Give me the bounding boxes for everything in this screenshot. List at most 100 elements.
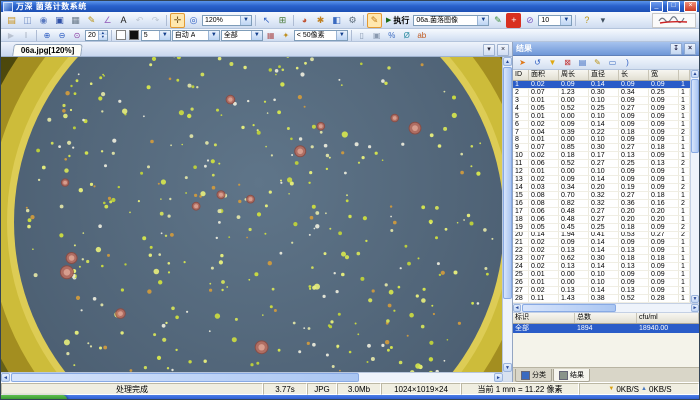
help-arrow-icon[interactable]: ▾: [595, 13, 610, 28]
filter-icon[interactable]: ▼: [546, 56, 559, 69]
camera-icon[interactable]: ◉: [36, 13, 51, 28]
panel-tab-active[interactable]: 结果: [553, 369, 590, 382]
label-icon[interactable]: ab: [415, 29, 429, 42]
class-filter-combo[interactable]: 全部▼: [221, 30, 263, 41]
measure-icon[interactable]: ∠: [100, 13, 115, 28]
table-scroll-left-icon[interactable]: ◄: [513, 304, 521, 312]
chevron-down-icon[interactable]: ▼: [251, 31, 262, 40]
chevron-down-icon[interactable]: ▼: [477, 16, 488, 25]
table-row[interactable]: 20.071.230.300.340.251: [513, 89, 690, 97]
help-icon[interactable]: ?: [579, 13, 594, 28]
spin-down-icon[interactable]: ▼: [99, 35, 107, 40]
summary-row[interactable]: 全部 1894 18940.00: [513, 324, 699, 333]
remove-colony-icon[interactable]: ⊘: [522, 13, 537, 28]
table-row[interactable]: 180.060.480.270.200.201: [513, 216, 690, 224]
split-colony-icon[interactable]: ◧: [329, 13, 344, 28]
copy-page-icon[interactable]: ▣: [370, 29, 384, 42]
table-row[interactable]: 250.010.000.100.090.091: [513, 271, 690, 279]
column-header[interactable]: 长: [619, 70, 649, 80]
copy-table-icon[interactable]: ▤: [576, 56, 589, 69]
mode-combo[interactable]: 自动 A▼: [172, 30, 220, 41]
save-icon[interactable]: ▣: [52, 13, 67, 28]
table-row[interactable]: 50.010.000.100.090.091: [513, 113, 690, 121]
magic-wand-icon[interactable]: ✦: [279, 29, 293, 42]
tab-list-button[interactable]: ▾: [483, 44, 495, 56]
pin-icon[interactable]: ↧: [670, 43, 682, 55]
table-row[interactable]: 230.070.620.300.180.181: [513, 255, 690, 263]
chevron-down-icon[interactable]: ▼: [159, 31, 170, 40]
zoom-out-icon[interactable]: ⊖: [55, 29, 69, 42]
table-row[interactable]: 10.020.090.140.090.091: [513, 81, 690, 89]
table-scroll-right-icon[interactable]: ►: [691, 304, 699, 312]
table-vertical-scrollbar[interactable]: ▲ ▼: [690, 70, 699, 303]
table-row[interactable]: 130.020.090.140.090.091: [513, 176, 690, 184]
zoom-level-combo[interactable]: 120%▼: [202, 15, 252, 26]
pen-size-combo[interactable]: 10▼: [538, 15, 572, 26]
table-row[interactable]: 140.030.340.200.190.092: [513, 184, 690, 192]
scroll-up-icon[interactable]: ▲: [503, 57, 512, 66]
tab-close-button[interactable]: ×: [497, 44, 509, 56]
table-row[interactable]: 280.111.430.380.520.281: [513, 295, 690, 303]
fit-window-icon[interactable]: ⊞: [275, 13, 290, 28]
table-row[interactable]: 90.070.850.300.270.181: [513, 144, 690, 152]
column-header[interactable]: ID: [513, 70, 529, 80]
settings-icon[interactable]: ⚙: [345, 13, 360, 28]
image-horizontal-scrollbar[interactable]: ◄ ►: [1, 372, 503, 382]
delete-row-icon[interactable]: ⊠: [561, 56, 574, 69]
table-row[interactable]: 260.010.000.100.090.091: [513, 279, 690, 287]
panel-tab-inactive[interactable]: 分类: [515, 369, 552, 382]
table-row[interactable]: 40.050.520.250.270.093: [513, 105, 690, 113]
column-header[interactable]: 直径: [589, 70, 619, 80]
rect-select-icon[interactable]: ▭: [606, 56, 619, 69]
split-view-icon[interactable]: %: [385, 29, 399, 42]
table-horizontal-scrollbar[interactable]: ◄ ►: [513, 303, 699, 313]
open-icon[interactable]: ▤: [4, 13, 19, 28]
table-row[interactable]: 80.010.000.100.090.091: [513, 136, 690, 144]
execute-button[interactable]: ▶执行: [383, 15, 412, 26]
table-row[interactable]: 100.020.180.170.130.091: [513, 152, 690, 160]
chevron-down-icon[interactable]: ▼: [208, 31, 219, 40]
print-icon[interactable]: ▦: [68, 13, 83, 28]
column-header[interactable]: 宽: [649, 70, 679, 80]
image-vertical-scrollbar[interactable]: ▲ ▼: [502, 57, 512, 372]
table-row[interactable]: 120.010.000.100.090.091: [513, 168, 690, 176]
table-row[interactable]: 210.020.090.140.090.091: [513, 239, 690, 247]
table-row[interactable]: 170.060.480.270.200.201: [513, 208, 690, 216]
table-row[interactable]: 200.141.940.410.530.272: [513, 232, 690, 240]
scroll-right-icon[interactable]: ►: [494, 373, 503, 382]
zoom-tool-icon[interactable]: ◎: [186, 13, 201, 28]
table-row[interactable]: 240.020.130.140.130.091: [513, 263, 690, 271]
panel-close-icon[interactable]: ×: [684, 43, 696, 55]
new-page-icon[interactable]: ▯: [355, 29, 369, 42]
table-row[interactable]: 270.020.130.140.130.091: [513, 287, 690, 295]
add-colony-icon[interactable]: +: [506, 13, 521, 28]
export-result-icon[interactable]: ➤: [516, 56, 529, 69]
table-scroll-up-icon[interactable]: ▲: [691, 70, 699, 78]
image-tab[interactable]: 06a.jpg[120%]: [12, 44, 83, 56]
scroll-left-icon[interactable]: ◄: [1, 373, 10, 382]
acquire-icon[interactable]: ◫: [20, 13, 35, 28]
edit-icon[interactable]: ✎: [84, 13, 99, 28]
table-row[interactable]: 110.060.520.270.250.132: [513, 160, 690, 168]
zoom-in-icon[interactable]: ⊕: [40, 29, 54, 42]
pointer-icon[interactable]: ↖: [259, 13, 274, 28]
column-header[interactable]: 周长: [559, 70, 589, 80]
results-table-header[interactable]: ID面积周长直径长宽: [513, 70, 690, 81]
refresh-icon[interactable]: ↺: [531, 56, 544, 69]
background-swatch[interactable]: [129, 30, 139, 40]
maximize-button[interactable]: □: [667, 1, 680, 12]
column-header-partial[interactable]: [679, 70, 690, 80]
text-icon[interactable]: A: [116, 13, 131, 28]
marker-pen-icon[interactable]: ✎: [367, 13, 382, 28]
mark-colony-icon[interactable]: ◕: [297, 13, 312, 28]
diameter-icon[interactable]: Ø: [400, 29, 414, 42]
foreground-swatch[interactable]: [116, 30, 126, 40]
petri-dish-image[interactable]: [1, 57, 502, 372]
table-row[interactable]: 150.080.700.320.270.181: [513, 192, 690, 200]
curve-icon[interactable]: ): [621, 56, 634, 69]
auto-count-icon[interactable]: ✱: [313, 13, 328, 28]
table-row[interactable]: 160.080.820.320.360.162: [513, 200, 690, 208]
table-row[interactable]: 220.020.130.140.130.091: [513, 247, 690, 255]
edit-row-icon[interactable]: ✎: [591, 56, 604, 69]
zoom-actual-icon[interactable]: ⊙: [70, 29, 84, 42]
